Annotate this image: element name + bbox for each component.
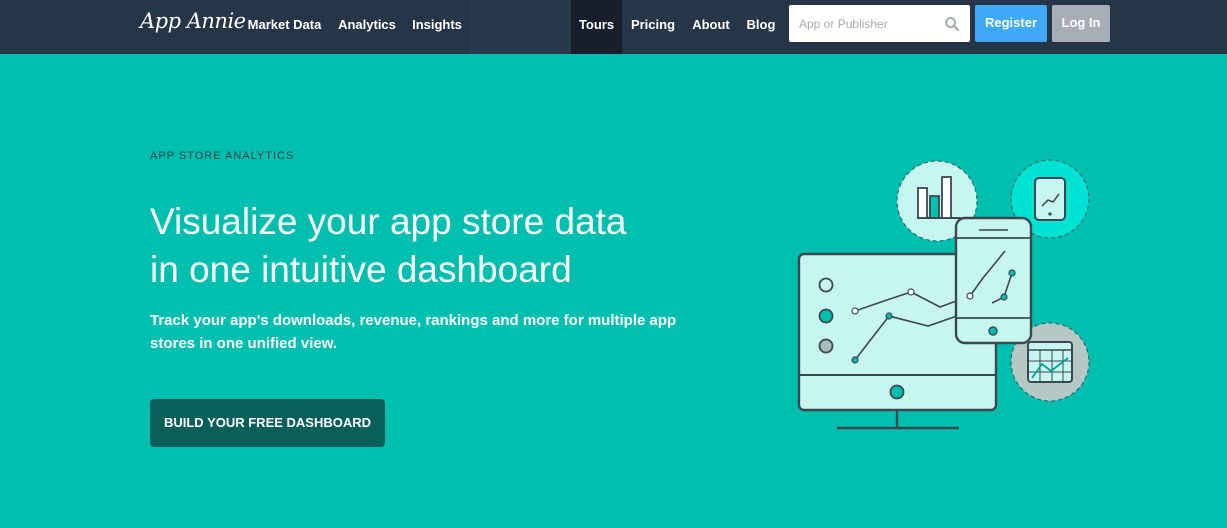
top-navbar: App Annie Market Data Analytics Insights… bbox=[0, 0, 1227, 54]
hero-subtext: Track your app's downloads, revenue, ran… bbox=[150, 309, 710, 355]
hero-eyebrow: APP STORE ANALYTICS bbox=[150, 150, 295, 162]
hero-headline-line-2: in one intuitive dashboard bbox=[150, 249, 572, 290]
nav-market-data[interactable]: Market Data bbox=[240, 0, 329, 54]
login-button[interactable]: Log In bbox=[1052, 5, 1110, 42]
app-annie-logo[interactable]: App Annie bbox=[140, 9, 246, 33]
nav-tours[interactable]: Tours bbox=[571, 0, 622, 54]
hero-subtext-line-2: stores in one unified view. bbox=[150, 335, 337, 352]
register-button[interactable]: Register bbox=[975, 5, 1047, 42]
nav-insights[interactable]: Insights bbox=[407, 0, 467, 54]
nav-blog[interactable]: Blog bbox=[741, 0, 781, 54]
hero-subtext-line-1: Track your app's downloads, revenue, ran… bbox=[150, 312, 677, 329]
nav-pricing[interactable]: Pricing bbox=[625, 0, 681, 54]
hero-headline: Visualize your app store data in one int… bbox=[150, 198, 770, 294]
nav-divider-shade bbox=[470, 0, 570, 54]
phone-icon bbox=[954, 216, 1033, 345]
hero-headline-line-1: Visualize your app store data bbox=[150, 201, 627, 242]
dashboard-illustration bbox=[797, 159, 1090, 430]
nav-about[interactable]: About bbox=[687, 0, 735, 54]
build-dashboard-button[interactable]: BUILD YOUR FREE DASHBOARD bbox=[150, 399, 385, 447]
search-box bbox=[789, 5, 970, 42]
nav-analytics[interactable]: Analytics bbox=[333, 0, 401, 54]
search-icon[interactable] bbox=[944, 16, 960, 32]
search-input[interactable] bbox=[789, 5, 939, 42]
